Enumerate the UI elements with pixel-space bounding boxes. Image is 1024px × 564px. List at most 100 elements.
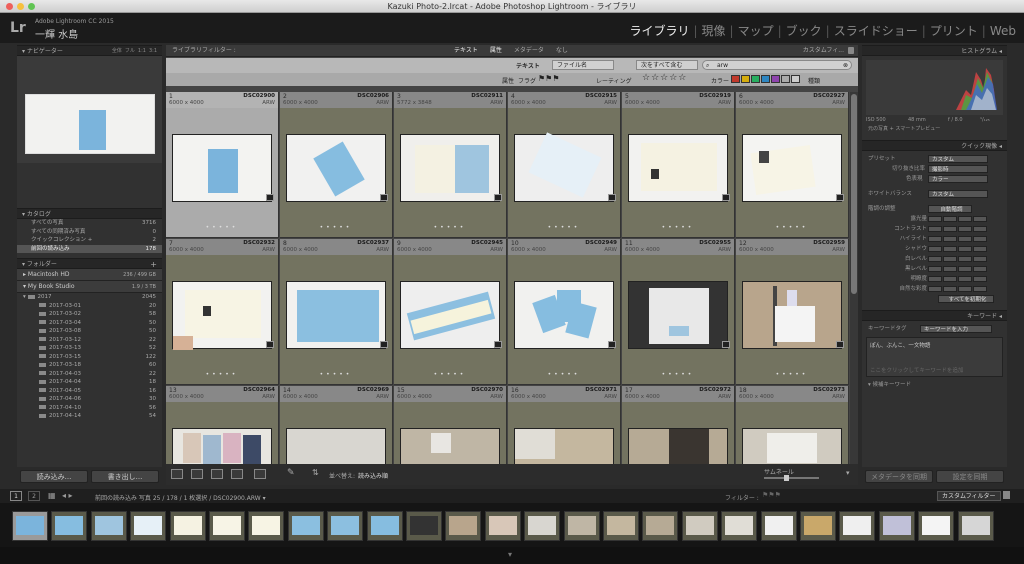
develop-badge-icon[interactable] bbox=[836, 341, 844, 348]
photo-thumbnail[interactable] bbox=[742, 281, 842, 349]
catalog-item[interactable]: 前回の読み込み 178 bbox=[17, 244, 162, 253]
develop-badge-icon[interactable] bbox=[494, 194, 502, 201]
photo-thumbnail[interactable] bbox=[286, 281, 386, 349]
volume-my-book-studio[interactable]: ▾ My Book Studio 1.9 / 3 TB bbox=[17, 281, 162, 293]
close-window-button[interactable] bbox=[6, 3, 13, 10]
zoom-window-button[interactable] bbox=[28, 3, 35, 10]
wb-select[interactable]: カスタム bbox=[928, 190, 988, 198]
thumbnail-size-slider[interactable] bbox=[764, 475, 819, 481]
grid-icon[interactable]: ▦ bbox=[48, 491, 56, 500]
develop-badge-icon[interactable] bbox=[608, 194, 616, 201]
sort-select[interactable]: 読み込み順 bbox=[358, 471, 388, 480]
color-swatch[interactable] bbox=[791, 75, 800, 83]
filmstrip-thumbnail[interactable] bbox=[839, 511, 876, 541]
zoom-option[interactable]: 3:1 bbox=[149, 48, 157, 54]
secondary-window-button[interactable]: 2 bbox=[28, 491, 40, 501]
painter-icon[interactable]: ✎ bbox=[287, 468, 295, 478]
color-swatch[interactable] bbox=[781, 75, 790, 83]
folder-item[interactable]: 2017-03-08 50 bbox=[17, 327, 162, 336]
grid-cell[interactable]: 18DSC029736000 x 4000ARW••••• bbox=[736, 386, 849, 464]
filmstrip-thumbnail[interactable] bbox=[287, 511, 324, 541]
grid-cell[interactable]: 2 DSC02906 6000 x 4000 ARW ••••• bbox=[280, 92, 393, 238]
color-swatch[interactable] bbox=[751, 75, 760, 83]
filmstrip-thumbnail[interactable] bbox=[760, 511, 797, 541]
survey-view-icon[interactable] bbox=[231, 469, 243, 479]
toolbar-menu-icon[interactable]: ▾ bbox=[846, 469, 850, 477]
folder-item[interactable]: 2017-03-02 58 bbox=[17, 310, 162, 319]
cell-rating-dots[interactable]: ••••• bbox=[508, 224, 620, 231]
color-swatch[interactable] bbox=[761, 75, 770, 83]
photo-thumbnail[interactable] bbox=[628, 281, 728, 349]
filmstrip-filter-select[interactable]: カスタムフィルター bbox=[937, 491, 1001, 501]
preset-select[interactable]: カスタム bbox=[928, 155, 988, 163]
flag-icons[interactable]: ⚑⚑⚑ bbox=[538, 74, 560, 83]
filmstrip-thumbnail[interactable] bbox=[12, 511, 48, 541]
zoom-option[interactable]: フル bbox=[125, 48, 135, 54]
folder-item[interactable]: 2017-04-14 54 bbox=[17, 412, 162, 421]
filmstrip-thumbnail[interactable] bbox=[681, 511, 718, 541]
filmstrip-thumbnail[interactable] bbox=[563, 511, 600, 541]
folder-item[interactable]: 2017-03-15 122 bbox=[17, 353, 162, 362]
filmstrip-thumbnail[interactable] bbox=[721, 511, 758, 541]
reset-all-button[interactable]: すべてを初期化 bbox=[938, 295, 994, 303]
filmstrip-flag-icons[interactable]: ⚑⚑⚑ bbox=[762, 491, 781, 499]
lock-icon[interactable] bbox=[848, 47, 854, 54]
module-2[interactable]: マップ bbox=[738, 24, 774, 38]
filter-tab[interactable]: 属性 bbox=[484, 45, 508, 57]
develop-badge-icon[interactable] bbox=[380, 341, 388, 348]
folder-item[interactable]: 2017-04-04 18 bbox=[17, 378, 162, 387]
filmstrip-thumbnail[interactable] bbox=[90, 511, 127, 541]
keyword-tags-field[interactable]: ぽん、ぶんこ、一文物語 ここをクリックしてキーワードを追加 bbox=[866, 337, 1003, 377]
main-window-button[interactable]: 1 bbox=[10, 491, 22, 501]
people-view-icon[interactable] bbox=[254, 469, 266, 479]
photo-thumbnail[interactable] bbox=[400, 134, 500, 202]
sync-metadata-button[interactable]: メタデータを同期 bbox=[865, 470, 933, 483]
filmstrip-thumbnail[interactable] bbox=[878, 511, 915, 541]
export-button[interactable]: 書き出し... bbox=[91, 470, 159, 483]
grid-scrollbar[interactable] bbox=[850, 92, 858, 464]
cell-rating-dots[interactable]: ••••• bbox=[166, 224, 278, 231]
folders-header[interactable]: ▾ フォルダー + bbox=[17, 258, 162, 269]
module-5[interactable]: プリント bbox=[930, 24, 978, 38]
auto-tone-button[interactable]: 自動階調 bbox=[928, 205, 972, 213]
cell-rating-dots[interactable]: ••••• bbox=[394, 224, 506, 231]
photo-thumbnail[interactable] bbox=[286, 134, 386, 202]
folder-item[interactable]: 2017-04-10 56 bbox=[17, 404, 162, 413]
develop-badge-icon[interactable] bbox=[722, 341, 730, 348]
catalog-item[interactable]: すべての同期済み写真 0 bbox=[17, 228, 162, 237]
filter-tab[interactable]: テキスト bbox=[448, 45, 484, 57]
filter-tab[interactable]: メタデータ bbox=[508, 45, 550, 57]
photo-thumbnail[interactable] bbox=[742, 428, 842, 464]
color-swatch[interactable] bbox=[741, 75, 750, 83]
folder-item[interactable]: 2017-04-03 22 bbox=[17, 370, 162, 379]
grid-cell[interactable]: 5 DSC02919 6000 x 4000 ARW ••••• bbox=[622, 92, 735, 238]
filmstrip-thumbnail[interactable] bbox=[248, 511, 285, 541]
filter-preset-select[interactable]: カスタムフィ... bbox=[803, 45, 844, 57]
folder-item[interactable]: 2017-03-18 60 bbox=[17, 361, 162, 370]
import-button[interactable]: 読み込み... bbox=[20, 470, 88, 483]
photo-thumbnail[interactable] bbox=[172, 134, 272, 202]
catalog-header[interactable]: ▾ カタログ bbox=[17, 208, 162, 219]
filmstrip-thumbnail[interactable] bbox=[642, 511, 679, 541]
develop-badge-icon[interactable] bbox=[722, 194, 730, 201]
photo-thumbnail[interactable] bbox=[400, 281, 500, 349]
grid-cell[interactable]: 9 DSC02945 6000 x 4000 ARW ••••• bbox=[394, 239, 507, 385]
compare-view-icon[interactable] bbox=[211, 469, 223, 479]
grid-cell[interactable]: 6 DSC02927 6000 x 4000 ARW ••••• bbox=[736, 92, 849, 238]
grid-cell[interactable]: 3 DSC02911 5772 x 3848 ARW ••••• bbox=[394, 92, 507, 238]
filmstrip-thumbnail[interactable] bbox=[327, 511, 364, 541]
cell-rating-dots[interactable]: ••••• bbox=[280, 224, 392, 231]
grid-cell[interactable]: 8 DSC02937 6000 x 4000 ARW ••••• bbox=[280, 239, 393, 385]
photo-thumbnail[interactable] bbox=[514, 281, 614, 349]
volume-macintosh-hd[interactable]: ▸ Macintosh HD 236 / 499 GB bbox=[17, 269, 162, 281]
filmstrip-thumbnail[interactable] bbox=[130, 511, 167, 541]
grid-cell[interactable]: 1 DSC02900 6000 x 4000 ARW ••••• bbox=[166, 92, 279, 238]
photo-thumbnail[interactable] bbox=[172, 428, 272, 464]
filmstrip-thumbnail[interactable] bbox=[406, 511, 442, 541]
develop-badge-icon[interactable] bbox=[266, 194, 274, 201]
filmstrip-thumbnail[interactable] bbox=[445, 511, 482, 541]
grid-view-icon[interactable] bbox=[171, 469, 183, 479]
grid-cell[interactable]: 17DSC029726000 x 4000ARW••••• bbox=[622, 386, 735, 464]
filter-tab[interactable]: なし bbox=[550, 45, 574, 57]
develop-badge-icon[interactable] bbox=[608, 341, 616, 348]
